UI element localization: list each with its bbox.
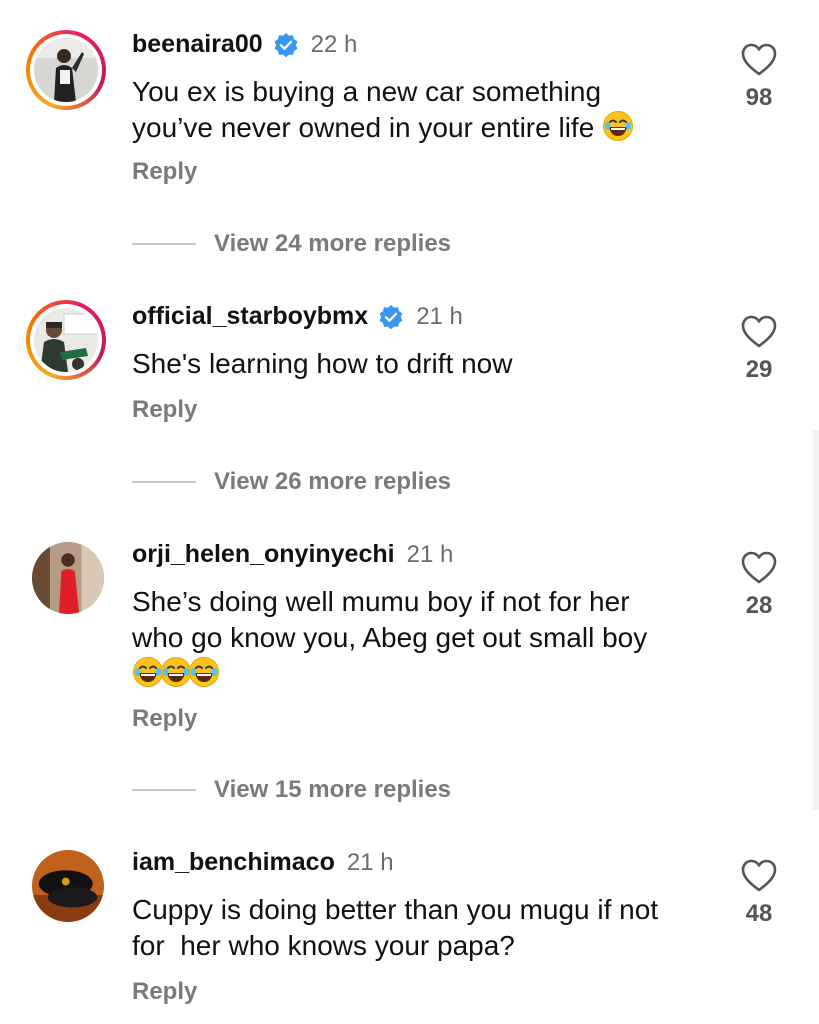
like-count: 28 — [745, 592, 773, 619]
view-replies-label: View 24 more replies — [214, 230, 452, 257]
view-replies-button[interactable]: View 15 more replies — [132, 776, 451, 804]
view-replies-label: View 15 more replies — [214, 776, 452, 803]
comment-header: beenaira00 22 h — [132, 30, 357, 59]
avatar[interactable] — [32, 542, 104, 614]
like-count: 98 — [745, 84, 773, 111]
like-count: 29 — [745, 356, 773, 383]
timestamp: 21 h — [406, 540, 454, 568]
divider — [132, 243, 196, 245]
username[interactable]: iam_benchimaco — [132, 848, 335, 877]
comment-header: official_starboybmx 21 h — [132, 302, 463, 331]
avatar[interactable] — [32, 850, 104, 922]
reply-button[interactable]: Reply — [132, 158, 197, 186]
laughing-tears-emoji — [602, 110, 634, 142]
comment-line: you’ve never owned in your entire life — [132, 112, 595, 143]
comment-text: You ex is buying a new car something you… — [132, 74, 712, 146]
comment-header: iam_benchimaco 21 h — [132, 848, 394, 877]
comment-text: She’s doing well mumu boy if not for her… — [132, 584, 712, 692]
view-replies-label: View 26 more replies — [214, 468, 452, 495]
comment-line: Cuppy is doing better than you mugu if n… — [132, 894, 659, 925]
avatar[interactable] — [26, 30, 106, 110]
comment-text: Cuppy is doing better than you mugu if n… — [132, 892, 712, 964]
scrollbar[interactable] — [813, 430, 819, 810]
emoji-row — [132, 656, 712, 692]
username[interactable]: official_starboybmx — [132, 302, 368, 331]
timestamp: 21 h — [346, 848, 394, 876]
timestamp: 22 h — [310, 30, 358, 58]
heart-outline-icon[interactable] — [740, 42, 778, 78]
avatar[interactable] — [26, 300, 106, 380]
verified-badge-icon — [273, 32, 299, 58]
username[interactable]: beenaira00 — [132, 30, 263, 59]
comment-header: orji_helen_onyinyechi 21 h — [132, 540, 453, 569]
laughing-tears-emoji — [188, 656, 220, 688]
like-count: 48 — [745, 900, 773, 927]
view-replies-button[interactable]: View 24 more replies — [132, 230, 451, 258]
avatar-photo — [34, 308, 98, 372]
comment-line: You ex is buying a new car something — [132, 76, 602, 107]
avatar-photo — [34, 38, 98, 102]
heart-outline-icon[interactable] — [740, 550, 778, 586]
comment-line: who go know you, Abeg get out small boy — [132, 622, 648, 653]
reply-button[interactable]: Reply — [132, 396, 197, 424]
view-replies-button[interactable]: View 26 more replies — [132, 468, 451, 496]
reply-button[interactable]: Reply — [132, 705, 197, 733]
divider — [132, 481, 196, 483]
comment-line: She’s doing well mumu boy if not for her — [132, 586, 630, 617]
reply-button[interactable]: Reply — [132, 978, 197, 1006]
comment-line: for her who knows your papa? — [132, 930, 515, 961]
avatar-photo — [32, 542, 104, 614]
heart-outline-icon[interactable] — [740, 314, 778, 350]
timestamp: 21 h — [416, 302, 463, 330]
heart-outline-icon[interactable] — [740, 858, 778, 894]
username[interactable]: orji_helen_onyinyechi — [132, 540, 395, 569]
verified-badge-icon — [378, 304, 404, 330]
divider — [132, 789, 196, 791]
comment-text: She's learning how to drift now — [132, 346, 712, 382]
avatar-photo — [32, 850, 104, 922]
comment-line: She's learning how to drift now — [132, 348, 513, 379]
